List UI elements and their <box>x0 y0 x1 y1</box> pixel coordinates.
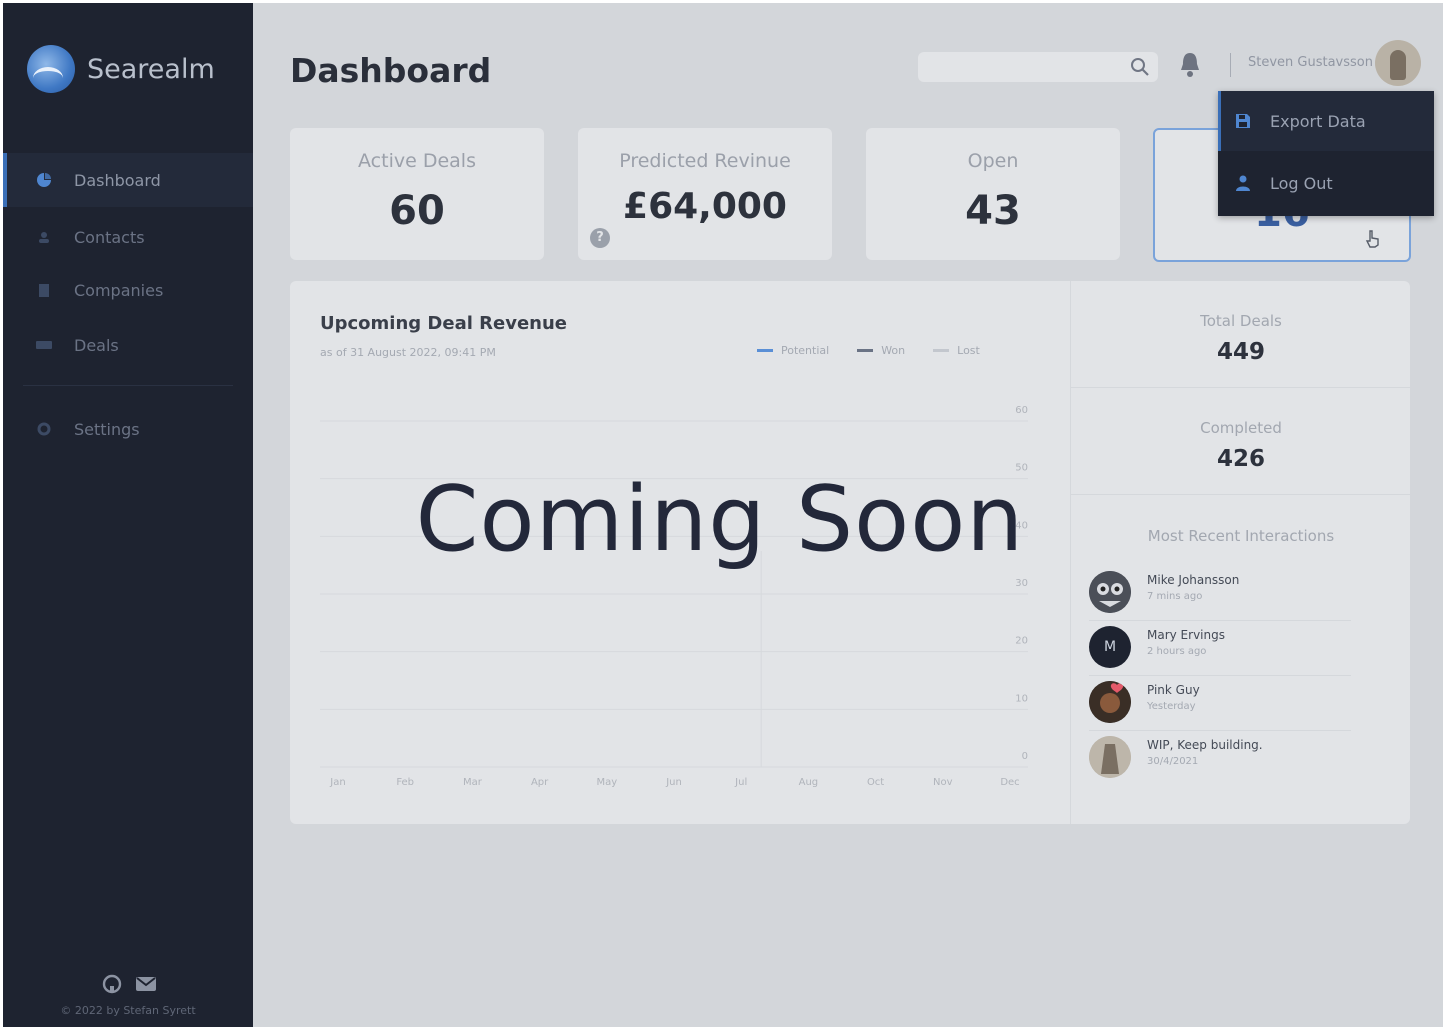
save-icon <box>1234 112 1252 130</box>
gear-icon <box>36 421 52 437</box>
dashboard-panel: Upcoming Deal Revenue as of 31 August 20… <box>290 281 1410 824</box>
stat-completed: Completed 426 <box>1071 388 1410 495</box>
page-title: Dashboard <box>290 51 492 90</box>
mail-icon[interactable] <box>135 973 157 995</box>
interaction-name: WIP, Keep building. <box>1147 738 1263 752</box>
recent-interactions-title: Most Recent Interactions <box>1147 527 1335 545</box>
sidebar-item-label: Dashboard <box>74 170 161 190</box>
stat-label: Total Deals <box>1200 312 1282 330</box>
kpi-card-active-deals: Active Deals 60 <box>290 128 544 260</box>
help-icon[interactable]: ? <box>590 228 610 248</box>
x-tick-label: Jul <box>734 777 747 788</box>
sidebar-item-label: Deals <box>74 335 119 355</box>
revenue-chart: Upcoming Deal Revenue as of 31 August 20… <box>290 281 1068 824</box>
user-avatar[interactable] <box>1375 40 1421 86</box>
x-tick-label: Feb <box>396 777 414 788</box>
building-icon <box>36 282 52 298</box>
sidebar-item-deals[interactable]: Deals <box>3 318 253 372</box>
stat-value: 426 <box>1216 446 1265 472</box>
x-tick-label: Dec <box>1000 777 1019 788</box>
interaction-name: Mike Johansson <box>1147 573 1240 587</box>
interaction-time: 2 hours ago <box>1147 646 1207 657</box>
menu-item-log-out[interactable]: Log Out <box>1218 153 1434 213</box>
summary-column: Total Deals 449 Completed 426 Most Recen… <box>1070 281 1410 824</box>
sidebar-item-companies[interactable]: Companies <box>3 263 253 317</box>
menu-item-label: Export Data <box>1270 111 1366 131</box>
kpi-card-predicted-revenue: Predicted Revinue £64,000 ? <box>578 128 832 260</box>
sidebar: Searealm Dashboard Contacts Companies De… <box>3 3 253 1027</box>
avatar <box>1089 736 1131 778</box>
sidebar-item-label: Companies <box>74 280 164 300</box>
stat-total-deals: Total Deals 449 <box>1071 281 1410 388</box>
search-input[interactable] <box>926 56 1120 80</box>
kpi-value: 43 <box>965 188 1021 234</box>
kpi-label: Open <box>967 150 1019 172</box>
interaction-time: 30/4/2021 <box>1147 756 1199 767</box>
github-icon[interactable] <box>101 973 123 995</box>
list-item[interactable]: Pink Guy Yesterday <box>1089 675 1351 731</box>
sidebar-footer-links <box>101 973 157 995</box>
kpi-value: 60 <box>389 188 445 234</box>
x-tick-label: Apr <box>531 777 549 788</box>
kpi-value: £64,000 <box>623 186 787 227</box>
x-tick-label: Jun <box>665 777 682 788</box>
y-tick-label: 20 <box>1015 636 1028 647</box>
user-icon <box>1234 174 1252 192</box>
sidebar-item-label: Settings <box>74 419 140 439</box>
deals-icon <box>36 337 52 353</box>
list-item[interactable]: WIP, Keep building. 30/4/2021 <box>1089 730 1351 785</box>
y-tick-label: 60 <box>1015 405 1028 416</box>
sidebar-divider <box>23 385 233 386</box>
coming-soon-overlay: Coming Soon <box>415 467 1025 572</box>
wave-logo-icon <box>27 45 75 93</box>
kpi-label: Active Deals <box>358 150 476 172</box>
sidebar-item-label: Contacts <box>74 227 145 247</box>
interaction-time: Yesterday <box>1147 701 1196 712</box>
avatar <box>1089 681 1131 723</box>
x-tick-label: Aug <box>799 777 819 788</box>
x-tick-label: Oct <box>867 777 884 788</box>
interaction-name: Pink Guy <box>1147 683 1200 697</box>
x-tick-label: Nov <box>933 777 953 788</box>
sidebar-item-settings[interactable]: Settings <box>3 402 253 456</box>
kpi-label: Predicted Revinue <box>619 150 791 172</box>
avatar: M <box>1089 626 1131 668</box>
app-window: Searealm Dashboard Contacts Companies De… <box>3 3 1443 1027</box>
list-item[interactable]: M Mary Ervings 2 hours ago <box>1089 620 1351 676</box>
interaction-time: 7 mins ago <box>1147 591 1203 602</box>
y-tick-label: 30 <box>1015 578 1028 589</box>
stat-label: Completed <box>1200 419 1282 437</box>
stat-value: 449 <box>1216 339 1265 365</box>
brand-name: Searealm <box>87 53 215 85</box>
x-tick-label: Mar <box>463 777 483 788</box>
user-name[interactable]: Steven Gustavsson <box>1248 55 1373 70</box>
menu-item-label: Log Out <box>1270 173 1333 193</box>
menu-item-export-data[interactable]: Export Data <box>1218 91 1434 151</box>
copyright: © 2022 by Stefan Syrett <box>60 1004 196 1017</box>
hand-cursor-icon <box>1365 230 1383 250</box>
y-tick-label: 10 <box>1015 693 1028 704</box>
sidebar-item-dashboard[interactable]: Dashboard <box>3 153 253 207</box>
brand[interactable]: Searealm <box>27 45 215 93</box>
search-box[interactable] <box>918 52 1158 82</box>
x-tick-label: May <box>596 777 617 788</box>
header-divider <box>1230 53 1231 77</box>
y-tick-label: 0 <box>1022 751 1028 762</box>
interaction-name: Mary Ervings <box>1147 628 1225 642</box>
user-menu-dropdown: Export Data Log Out <box>1218 91 1434 216</box>
pie-chart-icon <box>36 172 52 188</box>
contacts-icon <box>36 229 52 245</box>
list-item[interactable]: Mike Johansson 7 mins ago <box>1089 565 1351 621</box>
kpi-card-open: Open 43 <box>866 128 1120 260</box>
search-icon[interactable] <box>1130 57 1150 77</box>
avatar <box>1089 571 1131 613</box>
bell-icon[interactable] <box>1178 51 1202 79</box>
sidebar-item-contacts[interactable]: Contacts <box>3 210 253 264</box>
x-tick-label: Jan <box>329 777 345 788</box>
